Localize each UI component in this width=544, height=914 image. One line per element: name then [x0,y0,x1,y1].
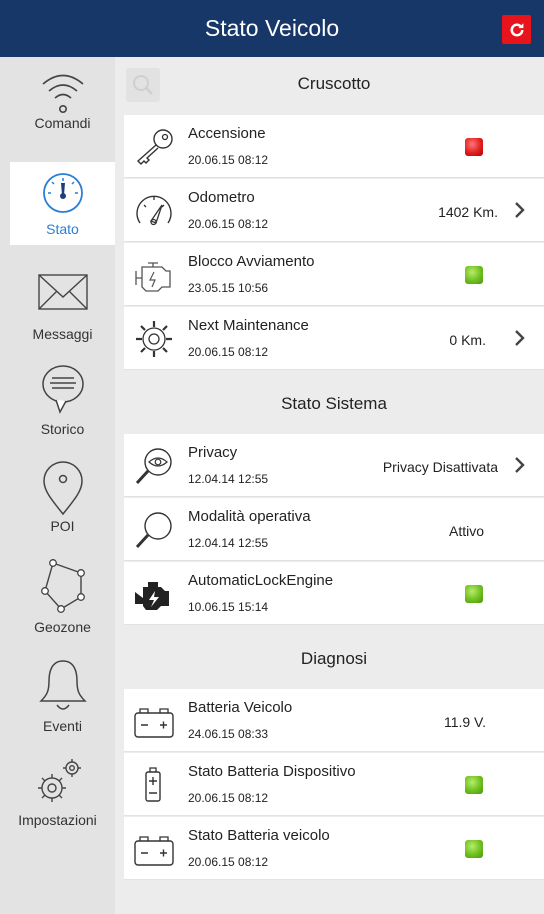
sidebar-item-poi[interactable]: POI [10,460,115,548]
sidebar-item-label: Messaggi [32,326,93,342]
status-led [465,776,483,794]
sidebar: Comandi Stato Messaggi Storico POI Geozo… [0,57,115,914]
key-icon [136,129,173,165]
chevron-right-icon [515,202,525,218]
car-battery-icon [134,708,174,738]
row-title: Blocco Avviamento [188,253,315,270]
status-led [465,840,483,858]
list-item-automatic-lock-engine: AutomaticLockEngine 10.06.15 15:14 [124,562,544,625]
envelope-icon [37,274,88,310]
bell-icon [38,660,87,710]
status-led [465,585,483,603]
sidebar-item-label: Eventi [43,718,82,734]
row-value: Attivo [448,523,484,539]
row-timestamp: 12.04.14 12:55 [188,472,269,486]
row-timestamp: 20.06.15 08:12 [188,345,269,359]
polygon-icon [40,559,85,613]
page-title: Stato Veicolo [204,15,340,41]
row-title: Modalità operativa [188,508,311,525]
row-timestamp: 12.04.14 12:55 [188,536,269,550]
refresh-button[interactable] [502,15,531,44]
list-item-odometro[interactable]: Odometro 20.06.15 08:12 1402 Km. [124,179,544,242]
list-item-batteria-veicolo: Batteria Veicolo 24.06.15 08:33 11.9 V. [124,689,544,752]
list-item-accensione: Accensione 20.06.15 08:12 [124,115,544,178]
sidebar-item-label: Comandi [34,115,91,131]
header-bar: Stato Veicolo [0,0,544,57]
chevron-right-icon [515,330,525,346]
refresh-icon [509,22,524,36]
row-timestamp: 20.06.15 08:12 [188,791,269,805]
section-title-stato-sistema: Stato Sistema [281,394,387,413]
row-title: Batteria Veicolo [188,699,293,716]
engine-icon [135,582,169,610]
sidebar-item-label: Geozone [34,619,91,635]
sidebar-item-messaggi[interactable]: Messaggi [10,265,115,353]
magnifier-icon [135,512,172,549]
section-title-cruscotto: Cruscotto [297,74,371,93]
sidebar-item-impostazioni[interactable]: Impostazioni [0,754,115,844]
row-value: 1402 Km. [438,204,498,220]
row-title: Stato Batteria Dispositivo [188,763,356,780]
sidebar-item-label: Impostazioni [18,812,97,828]
row-timestamp: 20.06.15 08:12 [188,855,269,869]
engine-outline-icon [135,262,171,292]
sidebar-item-label: Stato [46,221,79,237]
row-value: Privacy Disattivata [382,459,498,475]
row-value: 11.9 V. [443,714,486,730]
speedometer-icon [136,195,172,226]
map-pin-icon [42,461,83,516]
row-title: Accensione [188,125,266,142]
row-value: 0 Km. [449,332,486,348]
sidebar-item-geozone[interactable]: Geozone [10,557,115,645]
row-title: Odometro [188,189,255,206]
list-item-privacy[interactable]: Privacy 12.04.14 12:55 Privacy Disattiva… [124,434,544,497]
sidebar-item-storico[interactable]: Storico [10,362,115,450]
device-battery-icon [145,767,161,802]
list-item-blocco-avviamento: Blocco Avviamento 23.05.15 10:56 [124,243,544,306]
status-led [465,266,483,284]
row-timestamp: 10.06.15 15:14 [188,600,269,614]
wifi-signal-icon [41,74,84,113]
list-item-stato-batteria-dispositivo: Stato Batteria Dispositivo 20.06.15 08:1… [124,753,544,816]
car-battery-icon [134,836,174,866]
gauge-icon [42,173,83,213]
list-item-stato-batteria-veicolo: Stato Batteria veicolo 20.06.15 08:12 [124,817,544,880]
row-title: Privacy [188,444,238,461]
sidebar-item-stato[interactable]: Stato [10,162,115,245]
row-timestamp: 24.06.15 08:33 [188,727,269,741]
row-timestamp: 23.05.15 10:56 [188,281,269,295]
gear-icon [136,321,172,357]
row-title: AutomaticLockEngine [188,572,334,589]
gears-icon [37,759,81,802]
sidebar-item-label: POI [50,518,75,534]
eye-magnifier-icon [135,448,172,485]
status-led [465,138,483,156]
row-title: Stato Batteria veicolo [188,827,330,844]
sidebar-item-eventi[interactable]: Eventi [10,657,115,743]
list-item-modalita-operativa: Modalità operativa 12.04.14 12:55 Attivo [124,498,544,561]
row-timestamp: 20.06.15 08:12 [188,217,269,231]
chevron-right-icon [515,457,525,473]
row-title: Next Maintenance [188,317,309,334]
sidebar-item-label: Storico [40,421,85,437]
row-timestamp: 20.06.15 08:12 [188,153,269,167]
sidebar-item-comandi[interactable]: Comandi [10,57,115,162]
chat-bubble-icon [41,365,84,414]
section-title-diagnosi: Diagnosi [300,649,368,668]
list-item-next-maintenance[interactable]: Next Maintenance 20.06.15 08:12 0 Km. [124,307,544,370]
